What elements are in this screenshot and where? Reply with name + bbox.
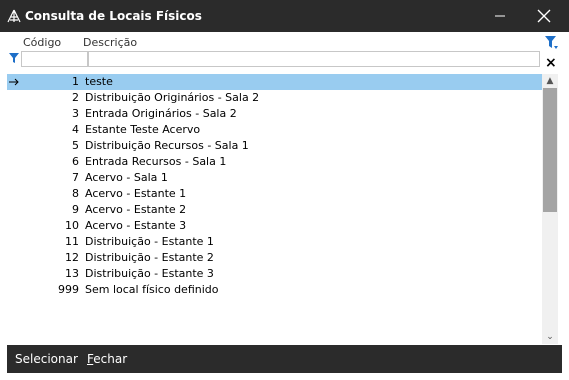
filter-icon <box>9 53 19 63</box>
footer-toolbar: Selecionar Fechar <box>7 345 562 373</box>
table-row[interactable]: 5 Distribuição Recursos - Sala 1 <box>7 138 542 154</box>
table-row[interactable]: 3 Entrada Originários - Sala 2 <box>7 106 542 122</box>
scrollbar-thumb[interactable] <box>543 88 557 212</box>
codigo-cell: 13 <box>65 267 79 280</box>
current-row-arrow-icon <box>9 78 19 86</box>
close-dialog-button[interactable]: Fechar <box>87 352 127 366</box>
descricao-cell: Entrada Originários - Sala 2 <box>85 107 237 120</box>
codigo-cell: 6 <box>72 155 79 168</box>
table-row[interactable]: 8 Acervo - Estante 1 <box>7 186 542 202</box>
filter-row <box>7 51 540 67</box>
scroll-up-arrow-icon[interactable]: ▲ <box>542 74 558 88</box>
descricao-cell: Sem local físico definido <box>85 283 219 296</box>
filter-toggle-icon[interactable] <box>545 36 559 50</box>
close-button-label: echar <box>93 352 128 366</box>
codigo-cell: 8 <box>72 187 79 200</box>
descricao-cell: Estante Teste Acervo <box>85 123 201 136</box>
codigo-cell: 2 <box>72 91 79 104</box>
vertical-scrollbar[interactable]: ▲ ⌄ <box>542 74 558 344</box>
descricao-cell: Acervo - Estante 1 <box>85 187 187 200</box>
column-header-codigo[interactable]: Código <box>23 36 61 49</box>
table-row[interactable]: 12 Distribuição - Estante 2 <box>7 250 542 266</box>
codigo-cell: 12 <box>65 251 79 264</box>
table-row[interactable]: 4 Estante Teste Acervo <box>7 122 542 138</box>
table-row[interactable]: 11 Distribuição - Estante 1 <box>7 234 542 250</box>
descricao-cell: Acervo - Sala 1 <box>85 171 168 184</box>
main-content: Código Descrição × 1 teste 2 Distribuiçã… <box>0 32 569 345</box>
codigo-cell: 1 <box>72 75 79 88</box>
descricao-cell: Acervo - Estante 2 <box>85 203 187 216</box>
codigo-cell: 11 <box>65 235 79 248</box>
codigo-cell: 3 <box>72 107 79 120</box>
window-bottom-edge <box>0 373 569 380</box>
window-title: Consulta de Locais Físicos <box>25 9 202 23</box>
table-row[interactable]: 9 Acervo - Estante 2 <box>7 202 542 218</box>
minimize-button[interactable] <box>478 0 522 32</box>
codigo-cell: 9 <box>72 203 79 216</box>
close-icon <box>537 9 551 23</box>
table-row[interactable]: 7 Acervo - Sala 1 <box>7 170 542 186</box>
codigo-cell: 7 <box>72 171 79 184</box>
table-row[interactable]: 999 Sem local físico definido <box>7 282 542 298</box>
descricao-cell: Entrada Recursos - Sala 1 <box>85 155 227 168</box>
descricao-cell: Distribuição - Estante 1 <box>85 235 214 248</box>
title-bar: Consulta de Locais Físicos <box>0 0 569 32</box>
table-row[interactable]: 2 Distribuição Originários - Sala 2 <box>7 90 542 106</box>
close-button[interactable] <box>522 0 566 32</box>
descricao-cell: Acervo - Estante 3 <box>85 219 187 232</box>
minimize-icon <box>495 15 505 17</box>
app-logo-icon <box>7 9 21 23</box>
descricao-filter-input[interactable] <box>88 51 540 67</box>
descricao-cell: Distribuição - Estante 2 <box>85 251 214 264</box>
table-row[interactable]: 10 Acervo - Estante 3 <box>7 218 542 234</box>
table-row[interactable]: 6 Entrada Recursos - Sala 1 <box>7 154 542 170</box>
codigo-cell: 10 <box>65 219 79 232</box>
descricao-cell: Distribuição Recursos - Sala 1 <box>85 139 249 152</box>
codigo-cell: 5 <box>72 139 79 152</box>
column-header-descricao[interactable]: Descrição <box>83 36 137 49</box>
results-grid: 1 teste 2 Distribuição Originários - Sal… <box>7 74 542 298</box>
codigo-cell: 999 <box>58 283 79 296</box>
table-row[interactable]: 13 Distribuição - Estante 3 <box>7 266 542 282</box>
scroll-down-chevron-icon[interactable]: ⌄ <box>542 330 558 344</box>
codigo-filter-input[interactable] <box>21 51 88 67</box>
descricao-cell: Distribuição Originários - Sala 2 <box>85 91 260 104</box>
descricao-cell: teste <box>85 75 113 88</box>
codigo-cell: 4 <box>72 123 79 136</box>
table-row[interactable]: 1 teste <box>7 74 542 90</box>
clear-filter-button[interactable]: × <box>545 55 557 71</box>
select-button[interactable]: Selecionar <box>15 352 78 366</box>
descricao-cell: Distribuição - Estante 3 <box>85 267 214 280</box>
